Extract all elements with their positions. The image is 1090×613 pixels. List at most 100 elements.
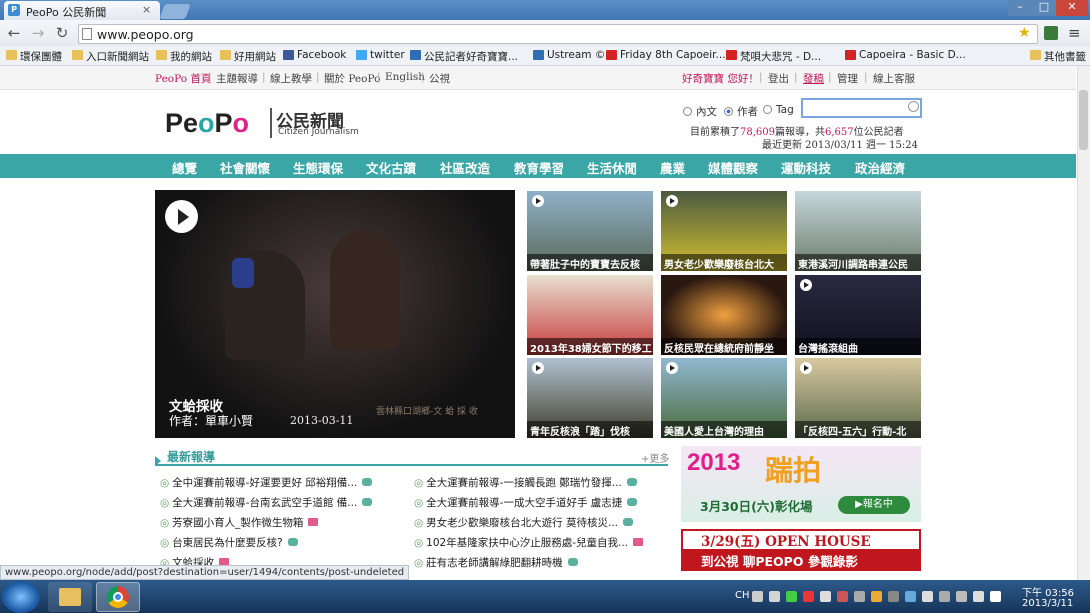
news-item[interactable]: ◎ 全大運賽前報導-台南玄武空手道館 備... xyxy=(160,495,373,510)
tray-icon[interactable] xyxy=(871,591,882,602)
play-icon[interactable] xyxy=(532,195,544,207)
topbar-link[interactable]: 登出 xyxy=(768,71,789,86)
topbar-link[interactable]: 關於 PeoPo xyxy=(324,71,380,86)
extension-icon[interactable] xyxy=(1044,26,1058,40)
news-title[interactable]: 全大運賽前報導-一成大空手道好手 盧志捷 xyxy=(426,497,622,509)
nav-item[interactable]: 生活休閒 xyxy=(587,158,637,177)
bookmark-item[interactable]: Ustream © xyxy=(533,49,605,61)
play-icon[interactable] xyxy=(666,362,678,374)
topbar-link[interactable]: 管理 xyxy=(837,71,858,86)
tray-icon[interactable] xyxy=(939,591,950,602)
maximize-button[interactable]: □ xyxy=(1032,0,1056,16)
tray-icon[interactable] xyxy=(990,591,1001,602)
bookmark-item[interactable]: 入口新聞網站 xyxy=(72,49,149,64)
topbar-link[interactable]: 線上教學 xyxy=(270,71,312,86)
news-title[interactable]: 莊有志老師講解綠肥翻耕時機 xyxy=(426,557,563,569)
nav-item[interactable]: 農業 xyxy=(660,158,685,177)
address-bar[interactable]: www.peopo.org xyxy=(78,24,1038,44)
bookmark-item[interactable]: 我的網站 xyxy=(156,49,212,64)
tray-icon[interactable] xyxy=(905,591,916,602)
back-button[interactable]: ← xyxy=(4,24,24,42)
tab-close-icon[interactable]: × xyxy=(142,3,151,16)
ad-signup-button[interactable]: ▶報名中 xyxy=(838,496,910,514)
news-item[interactable]: ◎ 芳寮國小育人_製作微生物箱 xyxy=(160,515,319,530)
video-thumbnail[interactable]: 帶著肚子中的寶寶去反核 xyxy=(527,191,653,271)
video-thumbnail[interactable]: 反核民眾在總統府前靜坐 xyxy=(661,275,787,355)
more-link[interactable]: +更多 xyxy=(641,450,669,465)
search-option-tag[interactable]: Tag xyxy=(763,104,794,116)
topbar-link[interactable]: 公視 xyxy=(429,71,450,86)
forward-button[interactable]: → xyxy=(28,24,48,42)
news-item[interactable]: ◎ 全大運賽前報導-一接觸長跑 鄭瑞竹發揮... xyxy=(414,475,637,490)
news-title[interactable]: 芳寮國小育人_製作微生物箱 xyxy=(172,517,303,529)
bookmark-item[interactable]: 梵唄大悲咒 - D... xyxy=(726,49,821,64)
nav-item[interactable]: 文化古蹟 xyxy=(366,158,416,177)
video-thumbnail[interactable]: 男女老少歡樂廢核台北大 xyxy=(661,191,787,271)
close-window-button[interactable]: ✕ xyxy=(1056,0,1088,16)
tray-icon[interactable] xyxy=(854,591,865,602)
scrollbar-thumb[interactable] xyxy=(1079,90,1088,150)
tray-icon[interactable] xyxy=(820,591,831,602)
minimize-button[interactable]: – xyxy=(1008,0,1032,16)
tray-icon[interactable] xyxy=(922,591,933,602)
news-item[interactable]: ◎ 全中運賽前報導-好運要更好 邱裕翔備... xyxy=(160,475,373,490)
logo[interactable]: PeoPo xyxy=(165,108,249,139)
bookmark-item[interactable]: Capoeira - Basic D... xyxy=(845,49,966,61)
tab-peopo[interactable]: PeoPo 公民新聞 xyxy=(4,1,160,20)
nav-item[interactable]: 社會關懷 xyxy=(220,158,270,177)
play-icon[interactable] xyxy=(666,195,678,207)
tray-icon[interactable] xyxy=(973,591,984,602)
bookmark-item[interactable]: twitter xyxy=(356,49,405,61)
clock-date[interactable]: 2013/3/11 xyxy=(1022,598,1073,609)
bookmark-item[interactable]: 公民記者好奇寶寶... xyxy=(410,49,518,64)
video-thumbnail[interactable]: 美國人愛上台灣的理由 xyxy=(661,358,787,438)
news-title[interactable]: 全大運賽前報導-一接觸長跑 鄭瑞竹發揮... xyxy=(426,477,622,489)
topbar-link[interactable]: 線上客服 xyxy=(873,71,915,86)
nav-item[interactable]: 社區改造 xyxy=(440,158,490,177)
bookmark-item[interactable]: 環保團體 xyxy=(6,49,62,64)
tray-icon[interactable] xyxy=(786,591,797,602)
bookmark-item[interactable]: 其他書籤 xyxy=(1030,49,1086,64)
news-item[interactable]: ◎ 台東居民為什麼要反核? xyxy=(160,535,298,550)
clock-time[interactable]: 下午 03:56 xyxy=(1022,584,1074,599)
video-thumbnail[interactable]: 「反核四-五六」行動-北 xyxy=(795,358,921,438)
news-item[interactable]: ◎ 102年基隆家扶中心汐止服務處-兒童自我... xyxy=(414,535,644,550)
play-icon[interactable] xyxy=(800,279,812,291)
news-title[interactable]: 102年基隆家扶中心汐止服務處-兒童自我... xyxy=(426,537,628,549)
nav-item[interactable]: 媒體觀察 xyxy=(708,158,758,177)
topbar-link[interactable]: 發稿 xyxy=(803,71,824,86)
search-input[interactable] xyxy=(801,98,922,118)
nav-item[interactable]: 運動科技 xyxy=(781,158,831,177)
start-button[interactable] xyxy=(2,581,40,613)
search-icon[interactable] xyxy=(908,101,919,112)
news-item[interactable]: ◎ 男女老少歡樂廢核台北大遊行 莫待核災... xyxy=(414,515,634,530)
bookmark-item[interactable]: 好用網站 xyxy=(220,49,276,64)
tray-icon[interactable] xyxy=(769,591,780,602)
video-thumbnail[interactable]: 青年反核浪「踏」伐核 xyxy=(527,358,653,438)
play-icon[interactable] xyxy=(800,362,812,374)
nav-item[interactable]: 政治經濟 xyxy=(855,158,905,177)
bookmark-star-icon[interactable]: ★ xyxy=(1018,25,1031,41)
reload-button[interactable]: ↻ xyxy=(52,24,72,42)
topbar-link[interactable]: PeoPo 首頁 xyxy=(155,71,211,86)
nav-item[interactable]: 生態環保 xyxy=(293,158,343,177)
search-option-author[interactable]: 作者 xyxy=(724,104,758,119)
play-icon[interactable] xyxy=(532,362,544,374)
tray-icon[interactable] xyxy=(956,591,967,602)
topbar-link[interactable]: 主題報導 xyxy=(216,71,258,86)
menu-icon[interactable]: ≡ xyxy=(1068,24,1081,42)
play-icon[interactable] xyxy=(165,200,198,233)
topbar-link[interactable]: English xyxy=(385,71,425,83)
news-item[interactable]: ◎ 莊有志老師講解綠肥翻耕時機 xyxy=(414,555,578,570)
tray-icon[interactable] xyxy=(752,591,763,602)
nav-item[interactable]: 教育學習 xyxy=(514,158,564,177)
video-thumbnail[interactable]: 2013年38婦女節下的移工 xyxy=(527,275,653,355)
nav-item[interactable]: 總覽 xyxy=(172,158,197,177)
search-option-content[interactable]: 內文 xyxy=(683,104,717,119)
video-thumbnail[interactable]: 台灣搖滾組曲 xyxy=(795,275,921,355)
news-title[interactable]: 全大運賽前報導-台南玄武空手道館 備... xyxy=(172,497,357,509)
language-indicator[interactable]: CH xyxy=(735,590,750,601)
bookmark-item[interactable]: Facebook xyxy=(283,49,346,61)
news-title[interactable]: 男女老少歡樂廢核台北大遊行 莫待核災... xyxy=(426,517,618,529)
video-thumbnail[interactable]: 東港溪河川調路串連公民 xyxy=(795,191,921,271)
